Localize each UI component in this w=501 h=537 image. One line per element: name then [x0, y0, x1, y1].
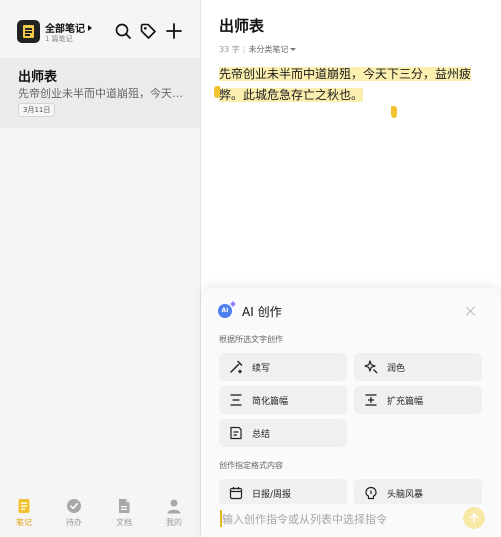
ai-logo-icon: AI [218, 304, 232, 318]
note-title[interactable]: 出师表 [219, 15, 264, 36]
send-button[interactable] [463, 507, 485, 529]
app: 全部笔记 1 篇笔记 出师表 先帝创业未半而中道崩殂，今天下三分，益州疲弊。 3… [0, 0, 501, 537]
tab-documents[interactable]: 文档 [104, 493, 144, 537]
folder-count: 1 篇笔记 [45, 35, 73, 43]
notebook-icon[interactable] [17, 20, 40, 43]
word-count: 33 字 [219, 45, 240, 54]
brain-icon [364, 486, 378, 500]
caret-right-icon [88, 25, 92, 31]
note-item-title: 出师表 [18, 70, 58, 85]
sparkle-icon [364, 360, 378, 374]
note-list-item[interactable]: 出师表 先帝创业未半而中道崩殂，今天下三分，益州疲弊。 3月11日 [0, 58, 200, 128]
shorten-button[interactable]: 简化篇幅 [219, 386, 347, 414]
button-label: 总结 [252, 430, 271, 440]
section-label: 创作指定格式内容 [219, 461, 283, 470]
brainstorm-button[interactable]: 头脑风暴 [354, 479, 482, 507]
note-meta: 33 字 | 未分类笔记 [219, 44, 296, 55]
section-label: 根据所选文字创作 [219, 335, 283, 344]
summary-icon [229, 426, 243, 440]
button-label: 润色 [387, 364, 406, 374]
note-item-date: 3月11日 [18, 103, 56, 117]
tab-label: 笔记 [16, 518, 32, 527]
button-label: 日报/周报 [252, 490, 292, 500]
category-selector[interactable]: 未分类笔记 [248, 45, 296, 54]
document-icon [116, 498, 132, 514]
add-note-icon[interactable] [165, 22, 183, 40]
bottom-tab-bar: 笔记 待办 文档 我的 [0, 493, 200, 537]
button-label: 头脑风暴 [387, 490, 424, 500]
ai-command-input[interactable] [222, 511, 452, 527]
tab-label: 我的 [166, 518, 182, 527]
ai-creation-panel: AI AI 创作 根据所选文字创作 续写 润色 简化篇幅 扩充篇幅 总结 创作指… [201, 288, 501, 537]
send-arrow-icon [470, 513, 478, 523]
ai-panel-title: AI 创作 [242, 305, 282, 319]
continue-writing-button[interactable]: 续写 [219, 353, 347, 381]
daily-weekly-report-button[interactable]: 日报/周报 [219, 479, 347, 507]
tab-todo[interactable]: 待办 [54, 493, 94, 537]
button-label: 简化篇幅 [252, 397, 289, 407]
tab-label: 文档 [116, 518, 132, 527]
sidebar-header: 全部笔记 1 篇笔记 [0, 0, 200, 58]
expand-button[interactable]: 扩充篇幅 [354, 386, 482, 414]
button-label: 扩充篇幅 [387, 397, 424, 407]
selected-text[interactable]: 先帝创业未半而中道崩殂，今天下三分，益州疲弊。此城危急存亡之秋也。 [219, 67, 472, 102]
button-label: 续写 [252, 364, 271, 374]
tab-notes[interactable]: 笔记 [4, 493, 44, 537]
calendar-icon [229, 486, 243, 500]
note-item-snippet: 先帝创业未半而中道崩殂，今天下三分，益州疲弊。 [18, 87, 186, 100]
notes-sidebar: 全部笔记 1 篇笔记 出师表 先帝创业未半而中道崩殂，今天下三分，益州疲弊。 3… [0, 0, 201, 537]
summarize-button[interactable]: 总结 [219, 419, 347, 447]
selection-end-handle[interactable] [391, 106, 397, 118]
polish-button[interactable]: 润色 [354, 353, 482, 381]
tab-profile[interactable]: 我的 [154, 493, 194, 537]
search-icon[interactable] [114, 22, 132, 40]
pen-continue-icon [229, 360, 243, 374]
expand-icon [364, 393, 378, 407]
tag-icon[interactable] [139, 22, 157, 40]
todo-check-icon [66, 498, 82, 514]
selection-start-handle[interactable] [214, 86, 220, 98]
note-editor: 出师表 33 字 | 未分类笔记 先帝创业未半而中道崩殂，今天下三分，益州疲弊。此城… [201, 0, 501, 537]
note-icon [16, 498, 32, 514]
shorten-icon [229, 393, 243, 407]
tab-label: 待办 [66, 518, 82, 527]
note-body[interactable]: 先帝创业未半而中道崩殂，今天下三分，益州疲弊。此城危急存亡之秋也。 [219, 64, 491, 106]
profile-icon [166, 498, 182, 514]
folder-switcher[interactable]: 全部笔记 [45, 20, 92, 35]
close-icon[interactable] [465, 305, 477, 317]
